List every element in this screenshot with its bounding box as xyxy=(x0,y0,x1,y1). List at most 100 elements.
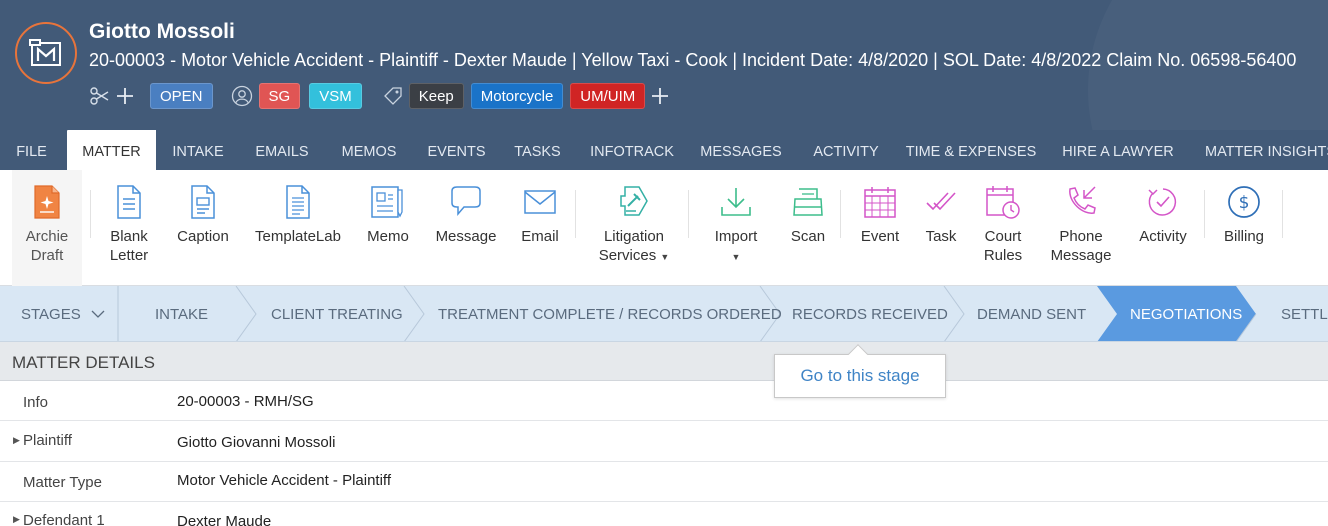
tab-tasks[interactable]: TASKS xyxy=(505,130,570,170)
stage-bar: STAGES INTAKE CLIENT TREATING TREATMENT … xyxy=(0,286,1328,342)
expand-arrow-icon[interactable]: ▶ xyxy=(13,514,20,525)
tab-emails[interactable]: EMAILS xyxy=(244,130,320,170)
tab-intake[interactable]: INTAKE xyxy=(160,130,236,170)
tooltip-text: Go to this stage xyxy=(800,366,920,385)
message-label: Message xyxy=(435,228,497,245)
stage-treatment-complete[interactable]: TREATMENT COMPLETE / RECORDS ORDERED xyxy=(438,286,782,341)
archie-draft-button[interactable]: Archie Draft xyxy=(12,170,82,286)
tab-matter[interactable]: MATTER xyxy=(67,130,156,170)
matter-logo-icon[interactable] xyxy=(15,22,77,84)
tab-matter-insights[interactable]: MATTER INSIGHTS xyxy=(1196,130,1328,170)
matter-header: Giotto Mossoli 20-00003 - Motor Vehicle … xyxy=(0,0,1328,130)
templatelab-button[interactable]: TemplateLab xyxy=(250,170,346,286)
add-link-icon[interactable] xyxy=(114,87,136,105)
email-button[interactable]: Email xyxy=(514,170,566,286)
detail-row-matter-type: Matter Type Motor Vehicle Accident - Pla… xyxy=(0,462,1328,502)
tab-time-expenses[interactable]: TIME & EXPENSES xyxy=(900,130,1042,170)
tag-row: OPEN SG VSM Keep Motorcycle UM/UIM xyxy=(89,82,671,110)
memo-button[interactable]: Memo xyxy=(358,170,418,286)
message-button[interactable]: Message xyxy=(430,170,502,286)
user-tag-vsm[interactable]: VSM xyxy=(309,83,362,109)
client-name: Giotto Mossoli xyxy=(89,20,235,43)
chevron-down-icon: ▼ xyxy=(731,252,741,262)
event-label: Event xyxy=(860,228,900,245)
archie-draft-icon xyxy=(32,183,62,221)
ribbon-divider xyxy=(575,190,576,238)
label-tag-keep[interactable]: Keep xyxy=(408,83,464,109)
blank-letter-icon xyxy=(115,183,143,221)
stage-records-received[interactable]: RECORDS RECEIVED xyxy=(792,286,948,341)
stage-negotiations[interactable]: NEGOTIATIONS xyxy=(1130,286,1242,341)
matter-details-header[interactable]: MATTER DETAILS xyxy=(0,342,1328,381)
status-badge[interactable]: OPEN xyxy=(150,83,213,109)
tab-memos[interactable]: MEMOS xyxy=(330,130,408,170)
detail-value: 20-00003 - RMH/SG xyxy=(177,393,314,410)
billing-label: Billing xyxy=(1223,228,1265,245)
phone-message-icon xyxy=(1063,183,1099,221)
scan-label: Scan xyxy=(790,228,826,245)
activity-button[interactable]: Activity xyxy=(1132,170,1194,286)
detail-value: Giotto Giovanni Mossoli xyxy=(177,434,336,451)
ribbon-divider xyxy=(1204,190,1205,238)
detail-label: Plaintiff xyxy=(23,432,72,449)
user-icon[interactable] xyxy=(231,85,253,107)
stage-tooltip[interactable]: Go to this stage xyxy=(774,344,946,398)
scan-icon xyxy=(791,183,825,221)
stage-demand-sent[interactable]: DEMAND SENT xyxy=(977,286,1086,341)
archie-draft-label: Archie Draft xyxy=(25,228,69,264)
scan-button[interactable]: Scan xyxy=(780,170,836,286)
tab-infotrack[interactable]: INFOTRACK xyxy=(584,130,680,170)
stage-settle[interactable]: SETTLE xyxy=(1281,286,1328,341)
phone-message-button[interactable]: Phone Message xyxy=(1046,170,1116,286)
tag-icon[interactable] xyxy=(382,85,404,107)
ribbon-toolbar: Archie Draft Blank Letter Caption Templa… xyxy=(0,170,1328,286)
import-icon xyxy=(719,183,753,221)
templatelab-icon xyxy=(284,183,312,221)
billing-button[interactable]: $ Billing xyxy=(1212,170,1276,286)
expand-arrow-icon[interactable]: ▶ xyxy=(13,435,20,446)
detail-label: Defendant 1 xyxy=(23,512,105,526)
litigation-services-icon xyxy=(617,183,651,221)
tab-activity[interactable]: ACTIVITY xyxy=(804,130,888,170)
task-label: Task xyxy=(925,228,957,245)
user-tag-sg[interactable]: SG xyxy=(258,83,301,109)
court-rules-icon xyxy=(985,183,1021,221)
blank-letter-button[interactable]: Blank Letter xyxy=(98,170,160,286)
ribbon-divider xyxy=(1282,190,1283,238)
event-icon xyxy=(863,183,897,221)
main-tab-bar: FILE MATTER INTAKE EMAILS MEMOS EVENTS T… xyxy=(0,130,1328,170)
email-label: Email xyxy=(521,228,559,245)
phone-message-label: Phone Message xyxy=(1050,228,1112,264)
label-tag-motorcycle[interactable]: Motorcycle xyxy=(470,83,564,109)
svg-text:$: $ xyxy=(1239,193,1250,213)
stage-client-treating[interactable]: CLIENT TREATING xyxy=(271,286,403,341)
task-button[interactable]: Task xyxy=(916,170,966,286)
caption-label: Caption xyxy=(177,228,229,245)
court-rules-label: Court Rules xyxy=(983,228,1023,264)
memo-icon xyxy=(369,183,407,221)
task-icon xyxy=(924,183,958,221)
litigation-services-button[interactable]: Litigation Services ▼ xyxy=(592,170,676,286)
court-rules-button[interactable]: Court Rules xyxy=(974,170,1032,286)
tab-file[interactable]: FILE xyxy=(0,130,63,170)
memo-label: Memo xyxy=(367,228,409,245)
billing-icon: $ xyxy=(1226,183,1262,221)
templatelab-label: TemplateLab xyxy=(255,228,341,245)
stage-intake[interactable]: INTAKE xyxy=(155,286,208,341)
import-button[interactable]: Import ▼ xyxy=(706,170,766,286)
stages-dropdown[interactable]: STAGES xyxy=(21,286,105,341)
add-tag-icon[interactable] xyxy=(649,87,671,105)
event-button[interactable]: Event xyxy=(850,170,910,286)
detail-row-plaintiff[interactable]: ▶ Plaintiff Giotto Giovanni Mossoli xyxy=(0,421,1328,462)
label-tag-um-uim[interactable]: UM/UIM xyxy=(570,83,646,109)
detail-value: Motor Vehicle Accident - Plaintiff xyxy=(177,472,391,489)
tab-events[interactable]: EVENTS xyxy=(420,130,493,170)
link-icon[interactable] xyxy=(89,86,111,106)
caption-button[interactable]: Caption xyxy=(170,170,236,286)
tab-messages[interactable]: MESSAGES xyxy=(694,130,788,170)
detail-row-defendant-1[interactable]: ▶ Defendant 1 Dexter Maude xyxy=(0,502,1328,526)
ribbon-divider xyxy=(90,190,91,238)
litigation-services-label: Litigation Services ▼ xyxy=(598,228,670,264)
activity-label: Activity xyxy=(1139,228,1187,245)
tab-hire-a-lawyer[interactable]: HIRE A LAWYER xyxy=(1056,130,1180,170)
